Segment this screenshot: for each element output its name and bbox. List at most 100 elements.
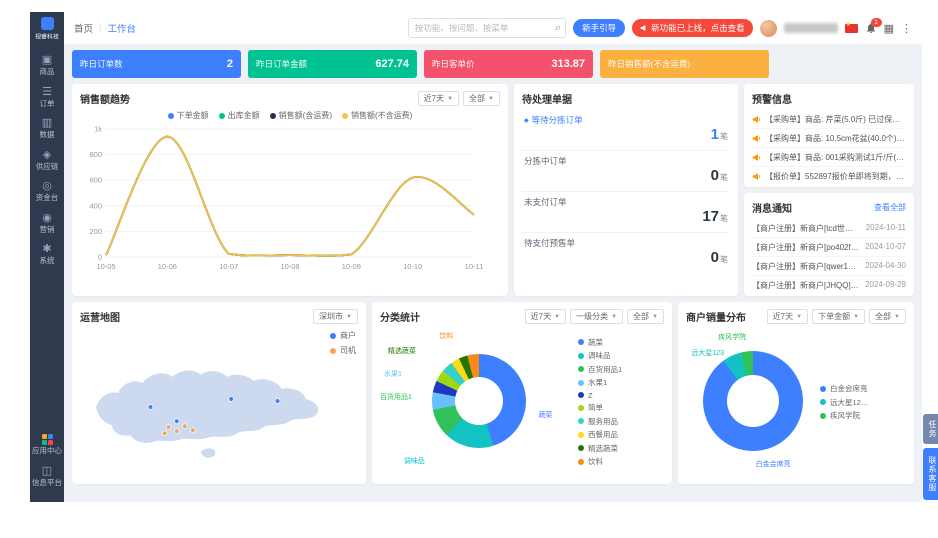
stat-card-0[interactable]: 昨日订单数2: [72, 50, 241, 78]
sidebar-item-orders[interactable]: ☰订单: [34, 82, 61, 114]
map-dot: [148, 405, 153, 410]
legend-item[interactable]: 西餐用品: [578, 429, 664, 440]
user-name-blurred[interactable]: [784, 23, 838, 33]
alert-item[interactable]: 【采购单】商品: 10.5cm花盆(40.0个) 已过保质期，请及时处理（…: [752, 129, 906, 148]
sidebar-item-app-center[interactable]: 应用中心: [30, 429, 64, 461]
sidebar-item-system[interactable]: ✱系统: [34, 239, 61, 271]
search-icon[interactable]: ⌕: [555, 23, 561, 34]
task-tab[interactable]: 任务: [923, 414, 938, 444]
panel-title-alerts: 预警信息: [752, 91, 792, 106]
stat-card-2[interactable]: 昨日客单价313.87: [424, 50, 593, 78]
sidebar-item-info-platform[interactable]: ◫信息平台: [30, 461, 64, 493]
legend-dot: [578, 353, 584, 359]
panel-title-pending: 待处理单据: [522, 91, 572, 106]
merchant-donut-chart[interactable]: [703, 351, 803, 451]
legend-item[interactable]: 出库金额: [219, 110, 260, 121]
filter-select[interactable]: 全部▼: [463, 91, 500, 106]
legend-item[interactable]: 蔬菜: [578, 337, 664, 348]
breadcrumb-workbench[interactable]: 工作台: [107, 21, 136, 35]
pending-row[interactable]: 分拣中订单0笔: [522, 151, 730, 192]
legend-item[interactable]: 百货用品1: [578, 364, 664, 375]
region-select[interactable]: 深圳市▼: [313, 309, 358, 324]
stat-card-3[interactable]: 昨日销售额(不含运费): [600, 50, 769, 78]
filter-select[interactable]: 近7天▼: [418, 91, 459, 106]
sidebar-item-data[interactable]: ▥数据: [34, 113, 61, 145]
pending-row-label: 未支付订单: [524, 196, 728, 208]
more-icon[interactable]: ⋮: [901, 22, 912, 35]
svg-text:600: 600: [89, 176, 102, 185]
legend-item[interactable]: 服务用品: [578, 416, 664, 427]
legend-item[interactable]: 疾风学院: [820, 410, 906, 421]
breadcrumb-home[interactable]: 首页: [74, 21, 93, 35]
stat-card-1[interactable]: 昨日订单金额627.74: [248, 50, 417, 78]
sidebar-item-finance[interactable]: ◎资金台: [34, 176, 61, 208]
legend-dot: [578, 432, 584, 438]
legend-item[interactable]: 简单: [578, 402, 664, 413]
filter-select[interactable]: 近7天▼: [767, 309, 808, 324]
sidebar-item-label: 商品: [38, 68, 57, 77]
legend-item[interactable]: 水果1: [578, 377, 664, 388]
shenzhen-map[interactable]: [80, 328, 342, 472]
category-stats-panel: 分类统计 近7天▼一级分类▼全部▼ 饮料精选蔬菜水果1百货用品1调味品蔬菜 蔬菜…: [372, 302, 672, 484]
message-item[interactable]: 【商户注册】新商户[tcd世凡居] 注册成功，请及时审核。2024-10-11: [752, 219, 906, 238]
legend-item[interactable]: 调味品: [578, 350, 664, 361]
merchant-legend: 白金会席亮远大星12… 疾风学院: [820, 328, 906, 474]
bell-icon[interactable]: 1: [865, 22, 877, 34]
pending-row[interactable]: ◆等待分拣订单1笔: [522, 110, 730, 151]
map-legend-item[interactable]: 商户: [330, 330, 356, 341]
filter-select[interactable]: 全部▼: [869, 309, 906, 324]
donut-label: 远大星123: [691, 348, 724, 358]
view-all-link[interactable]: 查看全部: [874, 202, 906, 213]
svg-text:10-06: 10-06: [158, 262, 177, 271]
svg-text:0: 0: [98, 253, 102, 262]
legend-item[interactable]: 下单金额: [168, 110, 209, 121]
guide-button[interactable]: 新手引导: [573, 19, 625, 37]
language-flag-icon[interactable]: [845, 24, 858, 33]
promo-button[interactable]: 新功能已上线，点击查看: [632, 19, 753, 37]
legend-item[interactable]: 远大星12…: [820, 397, 906, 408]
sidebar-item-supply-chain[interactable]: ◈供应链: [34, 145, 61, 177]
message-item[interactable]: 【商户注册】新商户[JHQQ] 注册成功，请及时审核。2024-09-29: [752, 276, 906, 294]
message-text: 【商户注册】新商户[qwer12332100] 注册成功，请及时审…: [752, 261, 859, 272]
search-input[interactable]: [413, 22, 555, 34]
svg-text:10-08: 10-08: [280, 262, 299, 271]
message-item[interactable]: 【商户注册】新商户[po402f8v3v70prz38kh] 注册成功，请…20…: [752, 238, 906, 257]
alert-list: 【采购单】商品: 芹菜(5.0斤) 已过保质期，请及时处理（批次号: T10…【…: [752, 110, 906, 185]
filter-select[interactable]: 下单金额▼: [812, 309, 865, 324]
category-donut-chart[interactable]: [432, 354, 526, 448]
legend-item[interactable]: Z: [578, 391, 664, 400]
svg-text:800: 800: [89, 150, 102, 159]
sales-trend-chart[interactable]: 02004006008001k10-0510-0610-0710-0810-09…: [80, 121, 500, 278]
filter-select[interactable]: 一级分类▼: [570, 309, 623, 324]
map-legend-item[interactable]: 司机: [330, 345, 356, 356]
pending-row[interactable]: 待支付预售单0笔: [522, 233, 730, 273]
customer-service-button[interactable]: 联系客服: [923, 448, 938, 500]
legend-item[interactable]: 精选蔬菜: [578, 443, 664, 454]
filter-select[interactable]: 近7天▼: [525, 309, 566, 324]
map-dot: [174, 429, 179, 434]
stat-card-label: 昨日订单金额: [256, 58, 307, 70]
legend-item[interactable]: 销售额(不含运费): [342, 110, 412, 121]
message-date: 2024-10-07: [865, 242, 906, 253]
legend-item[interactable]: 销售额(含运费): [270, 110, 332, 121]
svg-text:10-07: 10-07: [219, 262, 238, 271]
message-item[interactable]: 【商户注册】新商户[qwer12332100] 注册成功，请及时审…2024-0…: [752, 257, 906, 276]
apps-grid-icon[interactable]: ▦: [884, 22, 894, 35]
sidebar-item-marketing[interactable]: ◉营销: [34, 208, 61, 240]
supply-chain-icon: ◈: [43, 150, 51, 161]
panel-title-category: 分类统计: [380, 309, 420, 324]
operations-map-panel: 运营地图 深圳市▼ 商户司机: [72, 302, 366, 484]
message-list: 【商户注册】新商户[tcd世凡居] 注册成功，请及时审核。2024-10-11【…: [752, 219, 906, 294]
alert-item[interactable]: 【采购单】商品: 001采购测试1斤/斤(5.0斤)已过保质期，请及时处…: [752, 148, 906, 167]
pending-row[interactable]: 未支付订单17笔: [522, 192, 730, 233]
filter-select[interactable]: 全部▼: [627, 309, 664, 324]
legend-item[interactable]: 白金会席亮: [820, 383, 906, 394]
sidebar-item-goods[interactable]: ▣商品: [34, 50, 61, 82]
legend-dot: [578, 392, 584, 398]
alert-item[interactable]: 【采购单】商品: 芹菜(5.0斤) 已过保质期，请及时处理（批次号: T10…: [752, 110, 906, 129]
svg-text:400: 400: [89, 201, 102, 210]
alert-item[interactable]: 【报价单】552897报价单即将到期，请及时更新报价1: [752, 167, 906, 185]
avatar[interactable]: [760, 20, 777, 37]
logo[interactable]: 视睿科技: [33, 17, 61, 42]
legend-item[interactable]: 饮料: [578, 456, 664, 467]
